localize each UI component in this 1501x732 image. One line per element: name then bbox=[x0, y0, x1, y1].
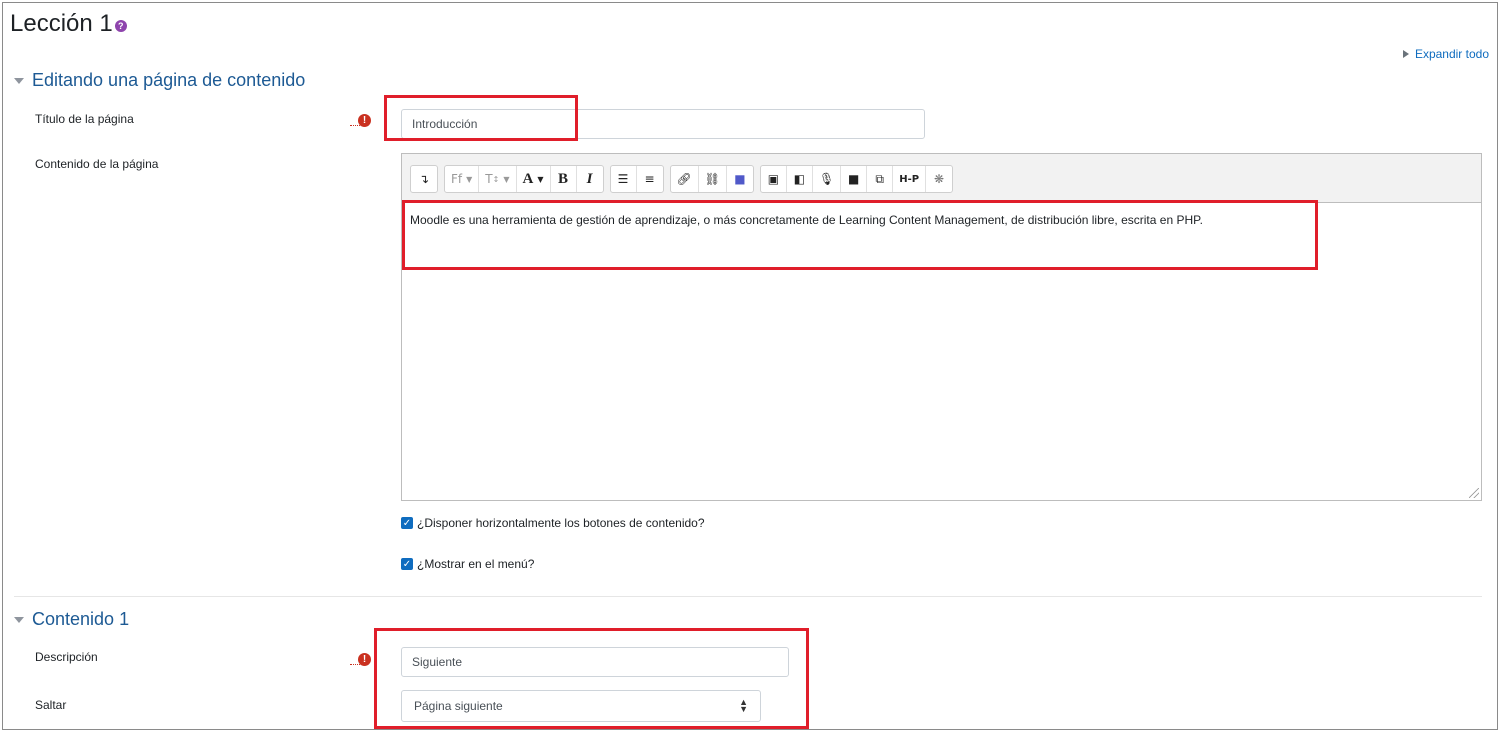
checkbox-horizontal-buttons[interactable]: ✓ ¿Disponer horizontalmente los botones … bbox=[401, 516, 705, 530]
toolbar-group-media: ▣ ◧ 🎙︎ ■ ⧉ H-P ❋ bbox=[759, 165, 954, 193]
toolbar-group-links: 🔗︎ ⛓ ■ bbox=[669, 165, 754, 193]
editor-toolbar: ↴ Ff ▼ T ↕ ▼ A ▼ B I ☰ ≡ 🔗︎ ⛓ ■ ▣ ◧ 🎙︎ ■ ⧉ H… bbox=[410, 165, 954, 193]
record-audio-icon[interactable]: 🎙︎ bbox=[813, 166, 842, 192]
manage-files-icon[interactable]: ⧉ bbox=[867, 166, 894, 192]
h5p-icon[interactable]: H-P bbox=[893, 166, 927, 192]
jump-select[interactable]: Página siguiente ▲ ▼ bbox=[401, 690, 761, 722]
section-title: Editando una página de contenido bbox=[32, 70, 306, 90]
media-icon[interactable]: ◧ bbox=[787, 166, 813, 192]
required-dots bbox=[350, 664, 360, 665]
description-input[interactable] bbox=[401, 647, 789, 677]
required-icon: ! bbox=[358, 114, 371, 127]
checkbox-label: ¿Disponer horizontalmente los botones de… bbox=[417, 516, 705, 530]
page-title-input[interactable] bbox=[401, 109, 925, 139]
expand-triangle-icon bbox=[1402, 50, 1409, 58]
ordered-list-icon[interactable]: ≡ bbox=[637, 166, 663, 192]
page-content-label: Contenido de la página bbox=[35, 157, 159, 171]
expand-toolbar-icon[interactable]: ↴ bbox=[411, 166, 437, 192]
page-title: Lección 1 ? bbox=[10, 10, 127, 38]
section-header-content-1[interactable]: Contenido 1 bbox=[14, 609, 129, 630]
font-size-icon[interactable]: T ↕ ▼ bbox=[479, 166, 517, 192]
help-icon[interactable]: ? bbox=[114, 20, 127, 32]
section-header-editing-page[interactable]: Editando una página de contenido bbox=[14, 70, 305, 91]
editor-content-area[interactable]: Moodle es una herramienta de gestión de … bbox=[402, 202, 1481, 500]
toolbar-group-collapse: ↴ bbox=[410, 165, 438, 193]
select-arrows-icon: ▲ ▼ bbox=[739, 697, 748, 714]
required-dots bbox=[350, 125, 360, 126]
jump-label: Saltar bbox=[35, 698, 67, 712]
checkbox-label: ¿Mostrar en el menú? bbox=[417, 557, 535, 571]
checkbox-checked-icon[interactable]: ✓ bbox=[401, 558, 413, 570]
checkbox-checked-icon[interactable]: ✓ bbox=[401, 517, 413, 529]
font-color-icon[interactable]: A ▼ bbox=[517, 166, 551, 192]
expand-all-label: Expandir todo bbox=[1414, 47, 1489, 61]
toolbar-group-lists: ☰ ≡ bbox=[609, 165, 664, 193]
teams-meeting-icon[interactable]: ■ bbox=[727, 166, 753, 192]
section-title: Contenido 1 bbox=[32, 609, 130, 629]
collapse-caret-icon bbox=[14, 77, 24, 84]
toolbar-group-style: Ff ▼ T ↕ ▼ A ▼ B I bbox=[444, 165, 604, 193]
rich-text-editor: ↴ Ff ▼ T ↕ ▼ A ▼ B I ☰ ≡ 🔗︎ ⛓ ■ ▣ ◧ 🎙︎ ■ ⧉ H… bbox=[401, 153, 1482, 501]
section-divider bbox=[14, 596, 1482, 597]
italic-icon[interactable]: I bbox=[577, 166, 603, 192]
bold-icon[interactable]: B bbox=[551, 166, 577, 192]
unlink-icon[interactable]: ⛓ bbox=[699, 166, 727, 192]
link-icon[interactable]: 🔗︎ bbox=[671, 166, 699, 192]
required-icon: ! bbox=[358, 653, 371, 666]
record-video-icon[interactable]: ■ bbox=[841, 166, 868, 192]
collapse-caret-icon bbox=[14, 616, 24, 623]
unordered-list-icon[interactable]: ☰ bbox=[611, 166, 637, 192]
image-icon[interactable]: ▣ bbox=[761, 166, 787, 192]
page-title-label: Título de la página bbox=[35, 112, 134, 126]
description-label: Descripción bbox=[35, 650, 98, 664]
checkbox-show-in-menu[interactable]: ✓ ¿Mostrar en el menú? bbox=[401, 557, 534, 571]
expand-all-link[interactable]: Expandir todo bbox=[1402, 47, 1489, 61]
resize-grip-icon[interactable] bbox=[1469, 488, 1479, 498]
editor-text: Moodle es una herramienta de gestión de … bbox=[410, 213, 1203, 227]
accessibility-icon[interactable]: ❋ bbox=[926, 166, 952, 192]
page-title-text: Lección 1 bbox=[10, 10, 113, 37]
jump-select-value: Página siguiente bbox=[414, 699, 503, 713]
font-family-icon[interactable]: Ff ▼ bbox=[445, 166, 480, 192]
